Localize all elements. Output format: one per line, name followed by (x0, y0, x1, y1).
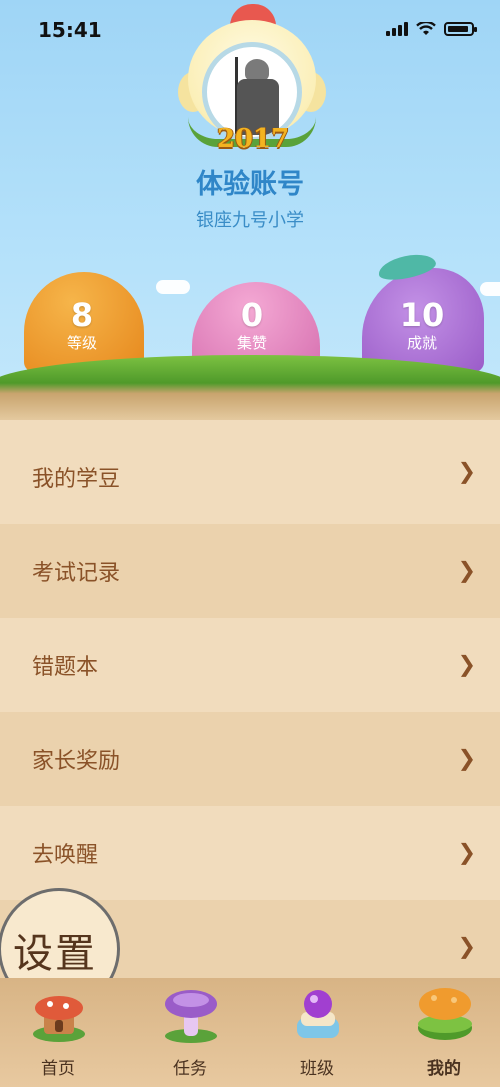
stat-likes[interactable]: 0 集赞 (197, 296, 307, 352)
tab-label: 班级 (300, 1059, 334, 1079)
cloud-decoration (480, 282, 500, 296)
tab-home[interactable]: 首页 (8, 978, 108, 1087)
stat-achievements-value: 10 (399, 296, 445, 334)
menu-item-label: 我的学豆 (32, 467, 121, 492)
stat-level-value: 8 (70, 296, 94, 334)
menu-item-label: 去唤醒 (32, 843, 99, 868)
tab-label: 首页 (41, 1059, 75, 1079)
menu-item-label: 考试记录 (32, 561, 121, 586)
home-mushroom-house-icon (33, 996, 85, 1042)
stat-level[interactable]: 8 等级 (27, 296, 137, 352)
cloud-decoration (156, 280, 190, 294)
status-time: 15:41 (38, 18, 102, 42)
chevron-right-icon: ❯ (457, 459, 476, 485)
status-icons (386, 22, 477, 36)
menu-item-label: 错题本 (32, 655, 99, 680)
tab-label: 我的 (427, 1059, 461, 1079)
school-name: 银座九号小学 (196, 210, 304, 231)
stat-likes-label: 集赞 (236, 334, 267, 352)
stat-likes-value: 0 (240, 296, 264, 334)
avatar-year-badge: 2017 (216, 124, 290, 154)
menu-item-label: 家长奖励 (32, 749, 121, 774)
menu-item-exam-records[interactable]: 考试记录 ❯ (0, 524, 500, 618)
stat-level-label: 等级 (66, 334, 97, 352)
menu-item-parent-rewards[interactable]: 家长奖励 ❯ (0, 712, 500, 806)
chevron-right-icon: ❯ (457, 558, 476, 584)
tab-label: 任务 (173, 1059, 207, 1079)
bottom-tab-bar: 首页 任务 班级 我的 (0, 978, 500, 1087)
stat-achievements-label: 成就 (406, 334, 437, 352)
chevron-right-icon: ❯ (457, 840, 476, 866)
avatar[interactable]: 2017 (178, 2, 326, 162)
wifi-icon (416, 22, 436, 35)
ground-strip (0, 355, 500, 425)
task-mushroom-icon (165, 990, 217, 1043)
chevron-right-icon: ❯ (457, 652, 476, 678)
chevron-right-icon: ❯ (457, 934, 476, 960)
menu-item-beans[interactable]: 我的学豆 ❯ (0, 420, 500, 524)
menu-item-mistakes-book[interactable]: 错题本 ❯ (0, 618, 500, 712)
tab-mine[interactable]: 我的 (394, 978, 494, 1087)
stat-achievements[interactable]: 10 成就 (367, 296, 477, 352)
chevron-right-icon: ❯ (457, 746, 476, 772)
profile-mushroom-icon (418, 988, 472, 1040)
battery-icon (444, 22, 477, 36)
menu-item-wake-up[interactable]: 去唤醒 ❯ (0, 806, 500, 900)
settings-label: 设置 (13, 931, 97, 977)
tab-class[interactable]: 班级 (267, 978, 367, 1087)
knight-helmet-decoration (245, 59, 269, 81)
username: 体验账号 (196, 169, 304, 200)
signal-icon (386, 22, 408, 36)
tab-tasks[interactable]: 任务 (140, 978, 240, 1087)
class-orb-icon (297, 990, 339, 1038)
